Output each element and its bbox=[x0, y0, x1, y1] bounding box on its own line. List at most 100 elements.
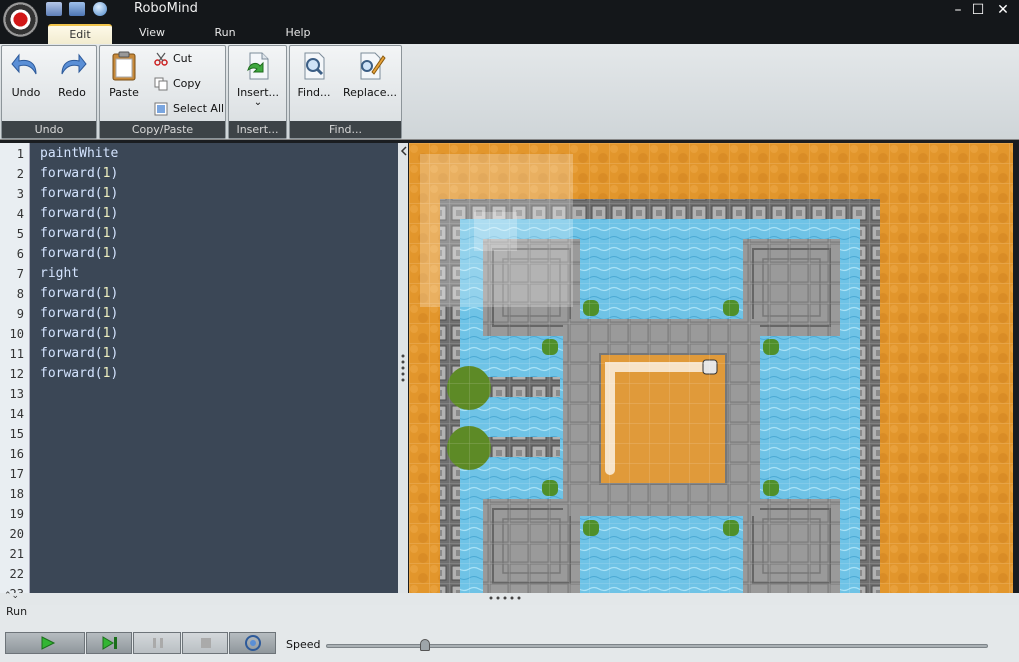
robot-world-map[interactable] bbox=[409, 143, 1013, 593]
redo-arrow-icon bbox=[61, 53, 87, 75]
insert-button[interactable]: Insert... ⌄ bbox=[233, 50, 283, 108]
line-number: 18 bbox=[9, 487, 24, 501]
pause-button[interactable] bbox=[133, 632, 181, 654]
insert-dropdown-chevron-icon[interactable]: ⌄ bbox=[233, 98, 283, 108]
code-line[interactable]: forward(1) bbox=[40, 244, 118, 264]
code-argument: 1 bbox=[102, 206, 111, 221]
robot-icon[interactable] bbox=[46, 2, 62, 16]
line-number: 4 bbox=[16, 207, 24, 221]
undo-button[interactable]: Undo bbox=[8, 50, 44, 99]
code-command: forward bbox=[40, 366, 95, 381]
ribbon-group-copypaste: Paste Cut Copy Select All Copy/Paste bbox=[99, 45, 226, 139]
replace-pencil-icon bbox=[360, 52, 386, 80]
code-command: forward bbox=[40, 206, 95, 221]
line-number: 22 bbox=[9, 567, 24, 581]
copy-button[interactable]: Copy bbox=[154, 74, 201, 94]
code-command: forward bbox=[40, 286, 95, 301]
grid-overlay bbox=[409, 143, 1013, 593]
paste-button[interactable]: Paste bbox=[104, 50, 144, 99]
select-all-icon bbox=[154, 102, 168, 116]
tab-view[interactable]: View bbox=[126, 24, 178, 44]
target-reset-icon bbox=[245, 635, 261, 651]
code-line[interactable]: forward(1) bbox=[40, 164, 118, 184]
code-command: paintWhite bbox=[40, 146, 119, 161]
line-number: 10 bbox=[9, 327, 24, 341]
code-command: forward bbox=[40, 226, 95, 241]
run-button[interactable] bbox=[5, 632, 85, 654]
clipboard-icon bbox=[112, 51, 136, 81]
line-number: 9 bbox=[16, 307, 24, 321]
code-line[interactable]: forward(1) bbox=[40, 184, 118, 204]
open-folder-icon[interactable] bbox=[69, 2, 85, 16]
find-button[interactable]: Find... bbox=[294, 50, 334, 99]
code-line[interactable]: forward(1) bbox=[40, 324, 118, 344]
code-line[interactable]: right bbox=[40, 264, 79, 284]
line-number: 19 bbox=[9, 507, 24, 521]
line-number-gutter: 1234567891011121314151617181920212223 bbox=[0, 143, 30, 593]
code-argument: 1 bbox=[102, 166, 111, 181]
code-argument: 1 bbox=[102, 366, 111, 381]
play-icon bbox=[41, 636, 56, 650]
ribbon-group-insert: Insert... ⌄ Insert... bbox=[228, 45, 287, 139]
code-line[interactable]: forward(1) bbox=[40, 344, 118, 364]
ribbon-group-label-copypaste: Copy/Paste bbox=[100, 121, 225, 138]
reset-button[interactable] bbox=[229, 632, 276, 654]
panel-collapse-icon[interactable]: ⌃⌄ bbox=[4, 591, 19, 601]
minimize-button[interactable]: – bbox=[947, 0, 969, 20]
code-command: forward bbox=[40, 346, 95, 361]
line-number: 21 bbox=[9, 547, 24, 561]
tab-help[interactable]: Help bbox=[274, 24, 322, 44]
horizontal-splitter[interactable]: ⌃⌄ bbox=[0, 591, 1019, 605]
code-argument: 1 bbox=[102, 306, 111, 321]
code-editor[interactable]: 1234567891011121314151617181920212223 pa… bbox=[0, 143, 398, 593]
speed-slider-thumb[interactable] bbox=[420, 639, 431, 651]
title-bar: RoboMind – ☐ ✕ bbox=[0, 0, 1019, 20]
ribbon-group-label-undo: Undo bbox=[2, 121, 96, 138]
close-button[interactable]: ✕ bbox=[992, 0, 1014, 20]
copy-label: Copy bbox=[173, 77, 201, 90]
cut-button[interactable]: Cut bbox=[154, 49, 192, 69]
line-number: 17 bbox=[9, 467, 24, 481]
replace-label: Replace... bbox=[342, 86, 397, 99]
line-number: 15 bbox=[9, 427, 24, 441]
run-panel-title: Run bbox=[6, 605, 28, 618]
run-panel: Run Speed bbox=[0, 605, 1019, 662]
line-number: 5 bbox=[16, 227, 24, 241]
redo-button[interactable]: Redo bbox=[54, 50, 90, 99]
line-number: 13 bbox=[9, 387, 24, 401]
select-all-button[interactable]: Select All bbox=[154, 99, 224, 119]
world-canvas[interactable] bbox=[409, 143, 1013, 593]
line-number: 12 bbox=[9, 367, 24, 381]
code-line[interactable]: forward(1) bbox=[40, 284, 118, 304]
code-argument: 1 bbox=[102, 286, 111, 301]
tab-run[interactable]: Run bbox=[203, 24, 247, 44]
code-line[interactable]: forward(1) bbox=[40, 364, 118, 384]
line-number: 8 bbox=[16, 287, 24, 301]
code-line[interactable]: forward(1) bbox=[40, 204, 118, 224]
ribbon-group-find: Find... Replace... Find... bbox=[289, 45, 402, 139]
tab-edit[interactable]: Edit bbox=[48, 24, 112, 44]
line-number: 7 bbox=[16, 267, 24, 281]
paste-label: Paste bbox=[109, 86, 139, 99]
stop-button[interactable] bbox=[182, 632, 228, 654]
robomind-window: RoboMind – ☐ ✕ Edit View Run Help Undo R… bbox=[0, 0, 1019, 662]
maximize-button[interactable]: ☐ bbox=[967, 0, 989, 20]
vertical-splitter[interactable] bbox=[398, 143, 408, 593]
robomind-logo-icon[interactable] bbox=[3, 2, 38, 37]
code-line[interactable]: paintWhite bbox=[40, 144, 118, 164]
step-icon bbox=[102, 636, 117, 650]
ribbon: Undo Redo Undo Paste Cut Copy Select All… bbox=[0, 44, 1019, 140]
splitter-grip-icon[interactable] bbox=[399, 353, 409, 383]
code-command: forward bbox=[40, 246, 95, 261]
line-number: 14 bbox=[9, 407, 24, 421]
code-line[interactable]: forward(1) bbox=[40, 304, 118, 324]
code-command: forward bbox=[40, 306, 95, 321]
step-button[interactable] bbox=[86, 632, 132, 654]
collapse-left-chevron-icon[interactable] bbox=[399, 145, 409, 159]
replace-button[interactable]: Replace... bbox=[340, 50, 400, 99]
line-number: 16 bbox=[9, 447, 24, 461]
undo-arrow-icon bbox=[11, 53, 37, 75]
code-line[interactable]: forward(1) bbox=[40, 224, 118, 244]
splitter-grip-icon[interactable] bbox=[488, 595, 522, 603]
globe-icon[interactable] bbox=[93, 2, 107, 16]
